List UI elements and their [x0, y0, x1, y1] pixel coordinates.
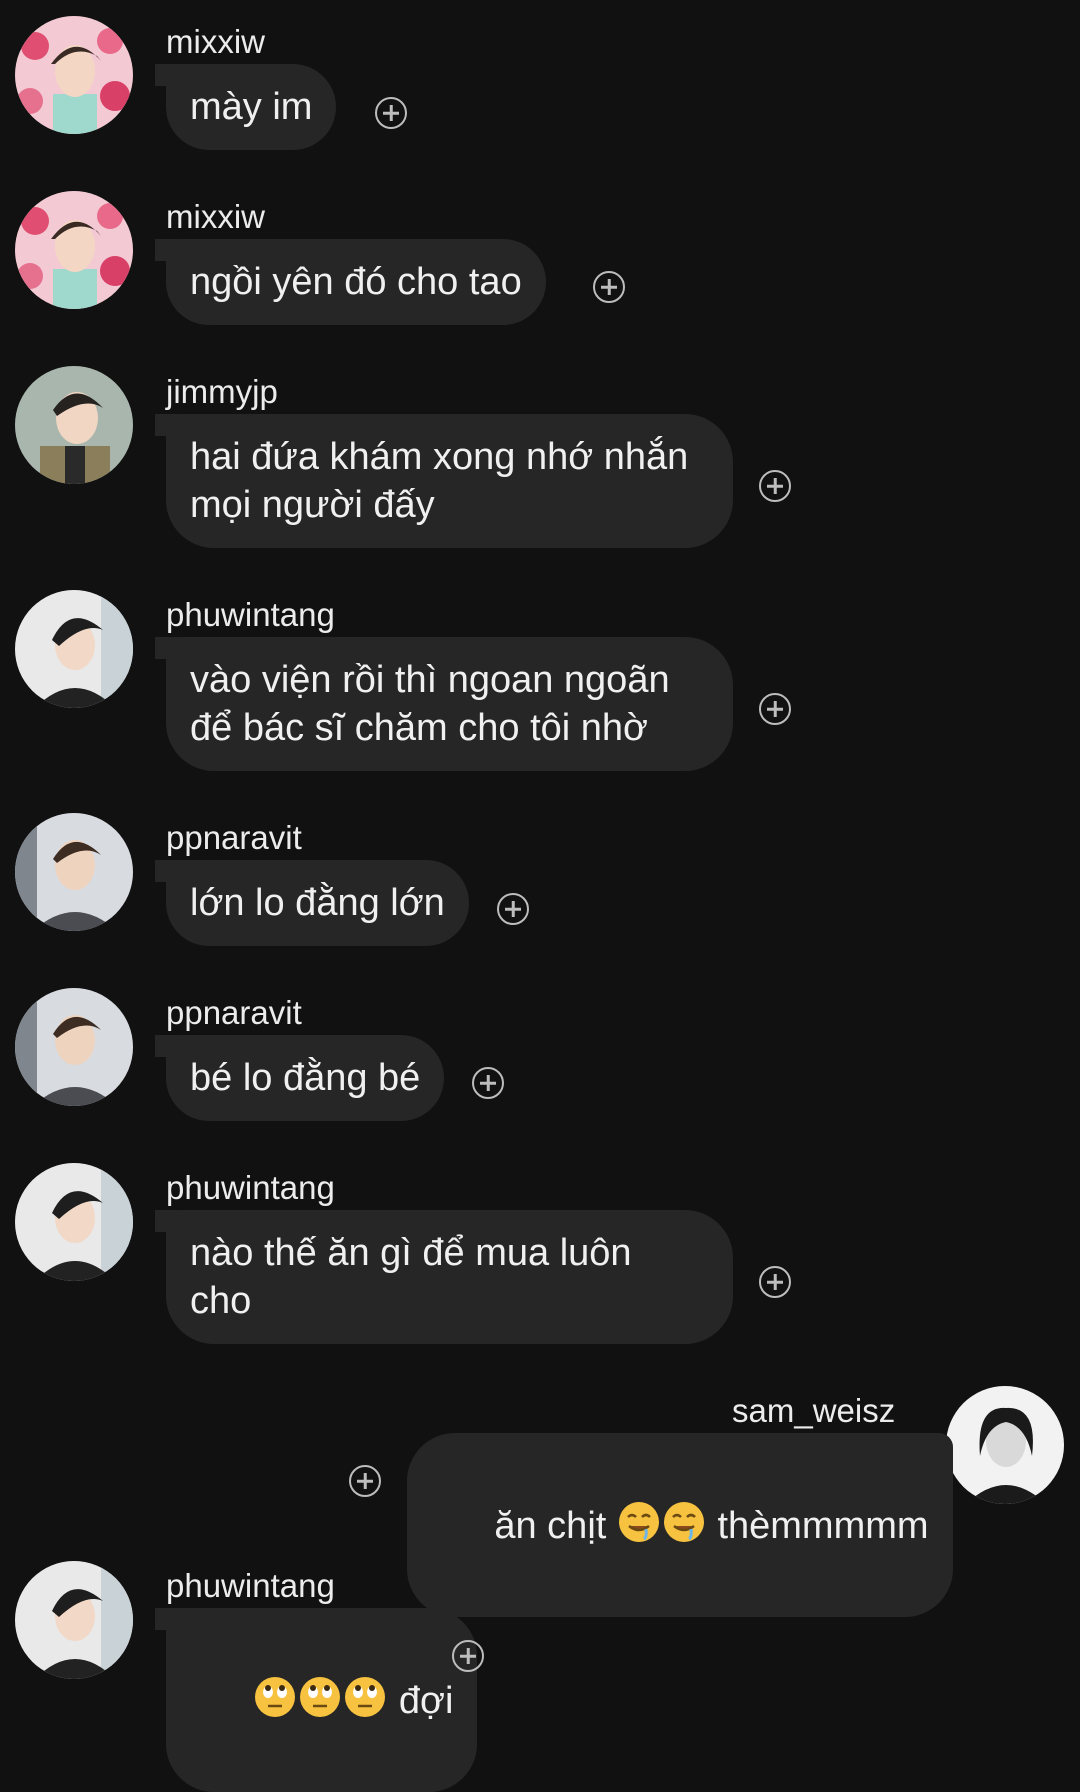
drooling-face-emoji	[618, 1502, 659, 1542]
username: phuwintang	[166, 596, 335, 633]
username: mixxiw	[166, 23, 265, 60]
add-reaction-icon[interactable]	[472, 1067, 504, 1099]
username: jimmyjp	[166, 373, 278, 410]
eye-roll-emoji	[345, 1677, 386, 1717]
eye-roll-emoji	[255, 1677, 296, 1717]
add-reaction-icon[interactable]	[759, 1266, 791, 1298]
avatar-ppnaravit[interactable]	[15, 813, 133, 931]
message-bubble[interactable]: ngồi yên đó cho tao	[166, 239, 546, 325]
message-bubble[interactable]: lớn lo đằng lớn	[166, 860, 469, 946]
eye-roll-emoji	[300, 1677, 341, 1717]
add-reaction-icon[interactable]	[759, 470, 791, 502]
message-bubble[interactable]: vào viện rồi thì ngoan ngoãn để bác sĩ c…	[166, 637, 733, 771]
username: phuwintang	[166, 1567, 335, 1604]
username: sam_weisz	[732, 1392, 896, 1429]
message-text: ăn chịt	[494, 1505, 617, 1547]
avatar-sam-weisz[interactable]	[946, 1386, 1064, 1504]
add-reaction-icon[interactable]	[452, 1640, 484, 1672]
avatar-phuwintang[interactable]	[15, 590, 133, 708]
add-reaction-icon[interactable]	[349, 1465, 381, 1497]
avatar-mixxiw[interactable]	[15, 16, 133, 134]
message-bubble[interactable]: mày im	[166, 64, 337, 150]
add-reaction-icon[interactable]	[759, 693, 791, 725]
avatar-phuwintang[interactable]	[15, 1163, 133, 1281]
avatar-jimmyjp[interactable]	[15, 366, 133, 484]
add-reaction-icon[interactable]	[497, 893, 529, 925]
add-reaction-icon[interactable]	[375, 97, 407, 129]
message-bubble[interactable]: ăn chịt thèmmmmm	[407, 1433, 953, 1617]
drooling-face-emoji	[663, 1502, 704, 1542]
avatar-mixxiw[interactable]	[15, 191, 133, 309]
message-bubble[interactable]: hai đứa khám xong nhớ nhắn mọi người đấy	[166, 414, 733, 548]
chat-thread: mixxiw mày im mixxiw ngồi yên đó cho tao…	[0, 0, 1080, 1792]
add-reaction-icon[interactable]	[593, 271, 625, 303]
avatar-ppnaravit[interactable]	[15, 988, 133, 1106]
username: ppnaravit	[166, 994, 302, 1031]
message-bubble[interactable]: nào thế ăn gì để mua luôn cho	[166, 1210, 733, 1344]
username: ppnaravit	[166, 819, 302, 856]
message-text: thèmmmmm	[706, 1505, 929, 1547]
username: mixxiw	[166, 198, 265, 235]
avatar-phuwintang[interactable]	[15, 1561, 133, 1679]
username: phuwintang	[166, 1169, 335, 1206]
message-bubble[interactable]: đợi	[166, 1608, 478, 1792]
message-bubble[interactable]: bé lo đằng bé	[166, 1035, 445, 1121]
